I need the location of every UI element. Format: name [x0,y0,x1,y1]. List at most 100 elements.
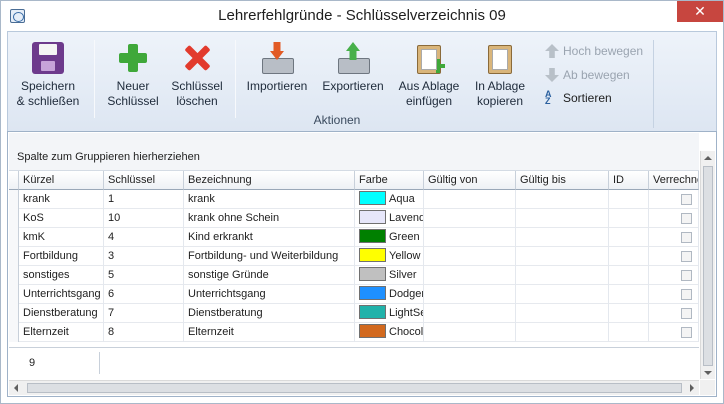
cell-schluessel[interactable]: 5 [104,266,184,285]
cell-verrechnen[interactable] [649,228,699,247]
row-indicator[interactable] [9,228,19,247]
column-header-verrechnen[interactable]: Verrechnen [649,171,699,190]
cell-schluessel[interactable]: 6 [104,285,184,304]
cell-gueltig-von[interactable] [424,209,516,228]
cell-gueltig-von[interactable] [424,323,516,342]
scroll-thumb[interactable] [703,166,713,366]
horizontal-scrollbar[interactable] [9,380,699,395]
cell-gueltig-bis[interactable] [516,266,609,285]
row-indicator[interactable] [9,304,19,323]
row-indicator[interactable] [9,323,19,342]
close-button[interactable]: ✕ [677,1,723,22]
column-header-farbe[interactable]: Farbe [355,171,424,190]
cell-bezeichnung[interactable]: Dienstberatung [184,304,355,323]
cell-bezeichnung[interactable]: Kind erkrankt [184,228,355,247]
cell-gueltig-bis[interactable] [516,247,609,266]
table-row[interactable]: Fortbildung 3 Fortbildung- und Weiterbildu… [9,247,699,266]
verrechnen-checkbox[interactable] [681,232,692,243]
cell-farbe[interactable]: Lavender [355,209,424,228]
cell-gueltig-bis[interactable] [516,228,609,247]
table-row[interactable]: KoS10krank ohne Schein Lavender [9,209,699,228]
row-indicator[interactable] [9,209,19,228]
scroll-left-icon[interactable] [14,384,18,392]
row-indicator[interactable] [9,266,19,285]
cell-id[interactable] [609,228,649,247]
cell-verrechnen[interactable] [649,190,699,209]
cell-verrechnen[interactable] [649,209,699,228]
scroll-thumb[interactable] [27,383,682,393]
table-row[interactable]: kmK 4 Kind erkrankt Green [9,228,699,247]
cell-kuerzel[interactable]: sonstiges [19,266,104,285]
row-indicator[interactable] [9,285,19,304]
cell-id[interactable] [609,285,649,304]
column-header-id[interactable]: ID [609,171,649,190]
table-row[interactable]: sonstiges 5 sonstige Gründe Silver [9,266,699,285]
cell-farbe[interactable]: Chocolate [355,323,424,342]
cell-kuerzel[interactable]: kmK [19,228,104,247]
cell-gueltig-von[interactable] [424,266,516,285]
row-indicator[interactable] [9,190,19,209]
cell-farbe[interactable]: Yellow [355,247,424,266]
table-row[interactable]: Dienstberatung7Dienstberatung LightSeaGre… [9,304,699,323]
column-header-schluessel[interactable]: Schlüssel [104,171,184,190]
cell-kuerzel[interactable]: KoS [19,209,104,228]
cell-bezeichnung[interactable]: Fortbildung- und Weiterbildung [184,247,355,266]
cell-schluessel[interactable]: 4 [104,228,184,247]
column-header-gueltig-von[interactable]: Gültig von [424,171,516,190]
vertical-scrollbar[interactable] [700,151,715,379]
paste-from-clipboard-button[interactable]: Aus Ablage einfügen [392,32,466,114]
cell-id[interactable] [609,209,649,228]
new-key-button[interactable]: Neuer Schlüssel [102,32,164,114]
verrechnen-checkbox[interactable] [681,270,692,281]
column-header-kuerzel[interactable]: Kürzel [19,171,104,190]
cell-gueltig-von[interactable] [424,285,516,304]
cell-kuerzel[interactable]: krank [19,190,104,209]
export-button[interactable]: Exportieren [316,32,390,114]
cell-id[interactable] [609,266,649,285]
cell-gueltig-von[interactable] [424,304,516,323]
cell-bezeichnung[interactable]: Unterrichtsgang [184,285,355,304]
cell-farbe[interactable]: Aqua [355,190,424,209]
cell-gueltig-von[interactable] [424,247,516,266]
cell-gueltig-bis[interactable] [516,304,609,323]
cell-id[interactable] [609,323,649,342]
cell-gueltig-bis[interactable] [516,190,609,209]
cell-farbe[interactable]: LightSeaGreen [355,304,424,323]
cell-gueltig-bis[interactable] [516,323,609,342]
cell-verrechnen[interactable] [649,323,699,342]
cell-id[interactable] [609,304,649,323]
cell-schluessel[interactable]: 1 [104,190,184,209]
cell-schluessel[interactable]: 3 [104,247,184,266]
cell-id[interactable] [609,247,649,266]
column-header-gueltig-bis[interactable]: Gültig bis [516,171,609,190]
cell-id[interactable] [609,190,649,209]
cell-schluessel[interactable]: 8 [104,323,184,342]
cell-schluessel[interactable]: 7 [104,304,184,323]
scroll-right-icon[interactable] [690,384,694,392]
table-row[interactable]: Elternzeit8Elternzeit Chocolate [9,323,699,342]
cell-bezeichnung[interactable]: krank [184,190,355,209]
verrechnen-checkbox[interactable] [681,289,692,300]
move-up-button[interactable]: Hoch bewegen [545,42,643,62]
copy-to-clipboard-button[interactable]: In Ablage kopieren [467,32,533,114]
move-down-button[interactable]: Ab bewegen [545,66,630,86]
save-close-button[interactable]: Speichern & schließen [12,32,84,114]
cell-farbe[interactable]: DodgerBlue [355,285,424,304]
delete-key-button[interactable]: Schlüssel löschen [166,32,228,114]
verrechnen-checkbox[interactable] [681,327,692,338]
import-button[interactable]: Importieren [240,32,314,114]
cell-farbe[interactable]: Silver [355,266,424,285]
verrechnen-checkbox[interactable] [681,194,692,205]
cell-farbe[interactable]: Green [355,228,424,247]
row-indicator[interactable] [9,247,19,266]
column-header-bezeichnung[interactable]: Bezeichnung [184,171,355,190]
cell-bezeichnung[interactable]: krank ohne Schein [184,209,355,228]
cell-verrechnen[interactable] [649,304,699,323]
cell-verrechnen[interactable] [649,247,699,266]
cell-schluessel[interactable]: 10 [104,209,184,228]
verrechnen-checkbox[interactable] [681,308,692,319]
cell-gueltig-von[interactable] [424,190,516,209]
cell-kuerzel[interactable]: Dienstberatung [19,304,104,323]
cell-gueltig-bis[interactable] [516,285,609,304]
scroll-down-icon[interactable] [704,371,712,375]
